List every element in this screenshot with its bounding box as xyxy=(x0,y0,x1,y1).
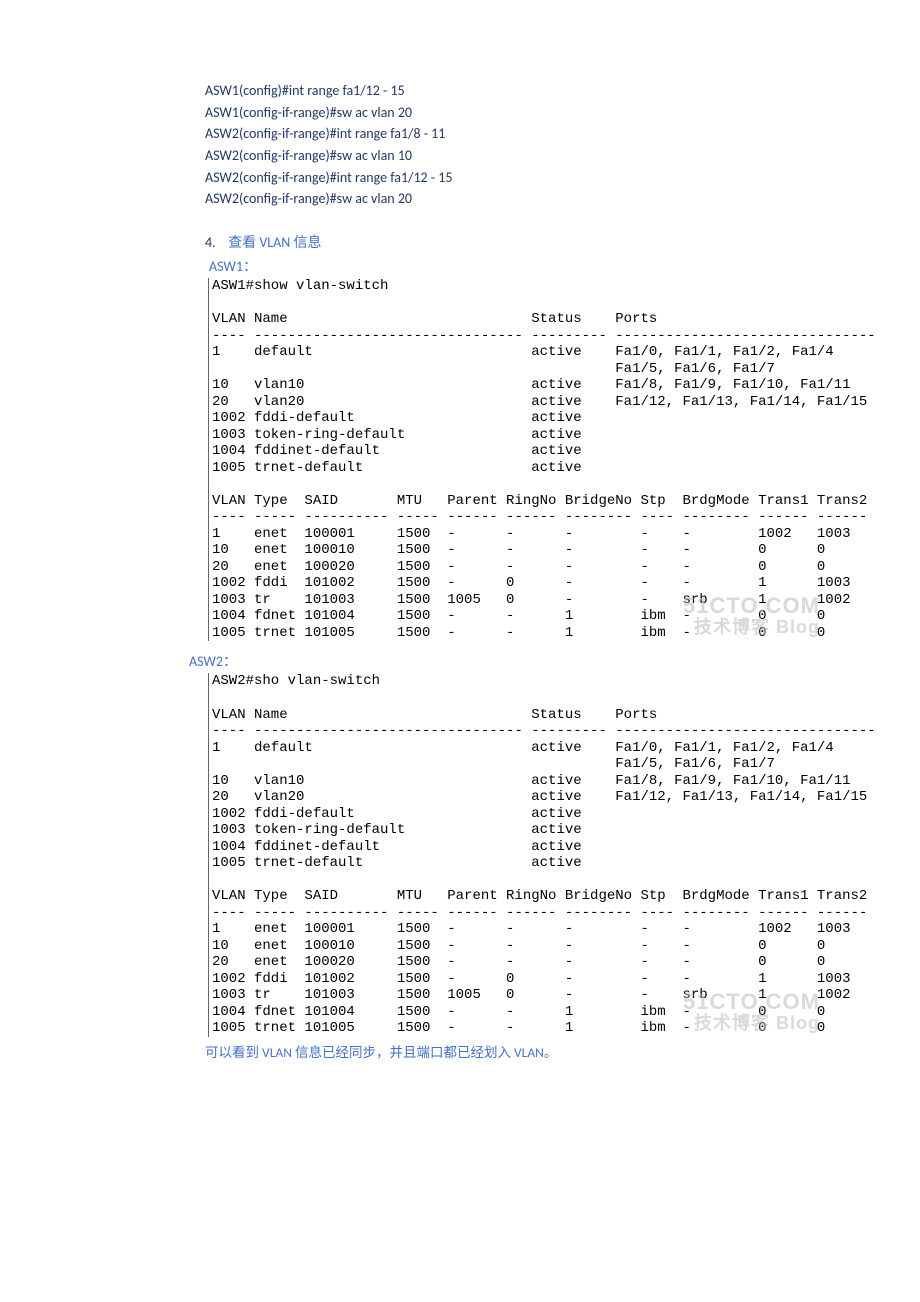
step-text-pre: 查看 xyxy=(228,234,259,251)
step-number: 4. xyxy=(205,234,225,251)
config-line: ASW1(config)#int range fa1/12 - 15 xyxy=(205,80,830,102)
config-line: ASW2(config-if-range)#sw ac vlan 20 xyxy=(205,188,830,210)
config-commands: ASW1(config)#int range fa1/12 - 15 ASW1(… xyxy=(205,80,830,210)
step-heading: 4. 查看 VLAN 信息 xyxy=(205,232,830,252)
footer-note: 可以看到 VLAN 信息已经同步，并且端口都已经划入 VLAN。 xyxy=(205,1041,830,1061)
step-vlan-word: VLAN xyxy=(259,234,290,251)
config-line: ASW1(config-if-range)#sw ac vlan 20 xyxy=(205,102,830,124)
asw1-output: ASW1#show vlan-switch VLAN Name Status P… xyxy=(208,278,830,641)
asw2-output: ASW2#sho vlan-switch VLAN Name Status Po… xyxy=(208,673,830,1036)
asw2-label: ASW2： xyxy=(189,651,830,671)
config-line: ASW2(config-if-range)#sw ac vlan 10 xyxy=(205,145,830,167)
config-line: ASW2(config-if-range)#int range fa1/8 - … xyxy=(205,123,830,145)
asw1-label: ASW1： xyxy=(209,256,830,276)
config-line: ASW2(config-if-range)#int range fa1/12 -… xyxy=(205,167,830,189)
step-text-post: 信息 xyxy=(290,234,321,251)
